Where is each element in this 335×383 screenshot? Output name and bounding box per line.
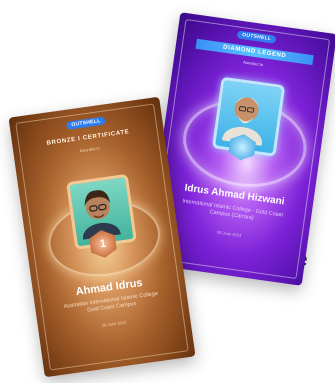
avatar-illustration	[82, 190, 121, 241]
